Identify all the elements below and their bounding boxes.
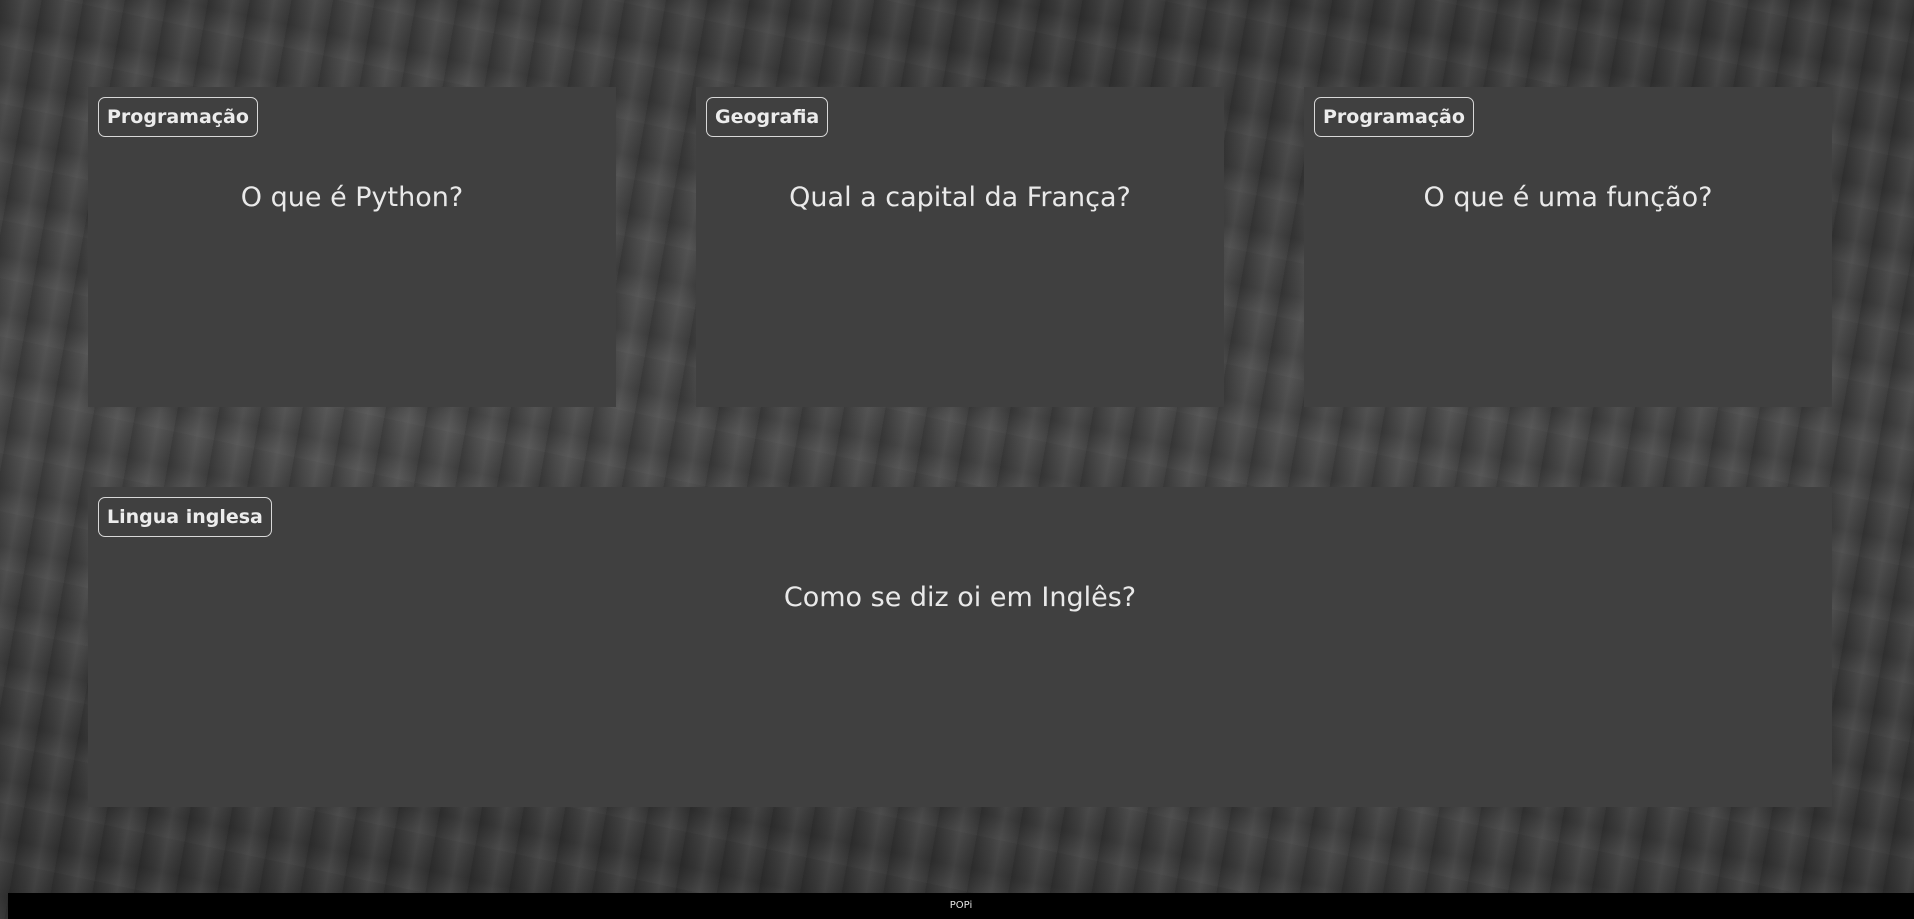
question-text: Como se diz oi em Inglês?	[783, 582, 1137, 613]
question-card-english-hi[interactable]: Lingua inglesa Como se diz oi em Inglês?	[88, 487, 1832, 807]
question-card-function[interactable]: Programação O que é uma função?	[1304, 87, 1832, 407]
category-tag[interactable]: Lingua inglesa	[98, 497, 272, 537]
category-tag[interactable]: Programação	[1314, 97, 1474, 137]
question-text: O que é uma função?	[1423, 182, 1713, 213]
category-tag[interactable]: Geografia	[706, 97, 829, 137]
question-text: Qual a capital da França?	[789, 182, 1131, 213]
question-card-python[interactable]: Programação O que é Python?	[88, 87, 616, 407]
footer: POPi	[8, 893, 1914, 919]
footer-text: POPi	[949, 900, 973, 911]
question-card-capital-france[interactable]: Geografia Qual a capital da França?	[696, 87, 1224, 407]
question-text: O que é Python?	[240, 182, 464, 213]
category-tag[interactable]: Programação	[98, 97, 258, 137]
